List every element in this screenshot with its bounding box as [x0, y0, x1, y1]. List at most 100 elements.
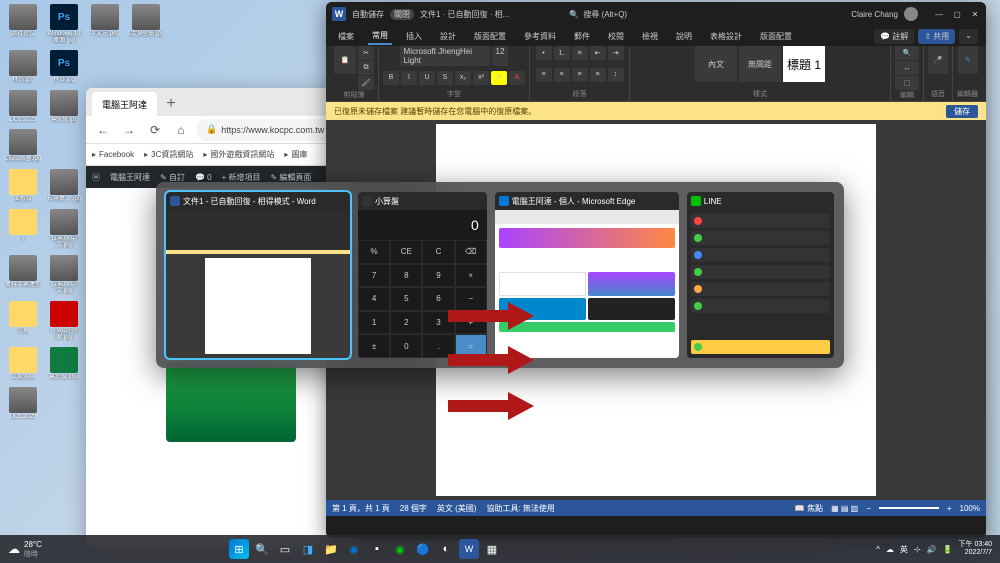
desktop-icon[interactable]: L定M壁紙.jpg [127, 4, 165, 44]
widgets-button[interactable]: ◨ [298, 539, 318, 559]
bold-button[interactable]: B [383, 71, 399, 85]
chevron-up-icon[interactable]: ^ [876, 545, 880, 554]
copy-button[interactable]: ⧉ [358, 61, 374, 75]
align-center[interactable]: ≡ [554, 68, 570, 82]
edit-page[interactable]: ✎ 編輯頁面 [270, 172, 311, 183]
dictate-button[interactable]: 🎤 [928, 46, 948, 74]
align-left[interactable]: ≡ [536, 68, 552, 82]
calculator-taskbar-icon[interactable]: ▦ [482, 539, 502, 559]
edge-taskbar-icon[interactable]: ◉ [344, 539, 364, 559]
ribbon-tab[interactable]: 檔案 [334, 29, 358, 44]
desktop-icon[interactable]: 字 [4, 209, 42, 249]
chrome-icon[interactable]: 🔵 [413, 539, 433, 559]
minimize-button[interactable]: — [934, 10, 944, 19]
bullets-button[interactable]: • [536, 46, 552, 60]
wp-sitename[interactable]: 電腦王阿達 [110, 172, 150, 183]
ribbon-tab[interactable]: 表格設計 [706, 29, 746, 44]
italic-button[interactable]: I [401, 71, 417, 85]
desktop-icon[interactable]: 位典戶.中文.jpg [45, 255, 83, 295]
desktop-icon[interactable]: 面根做 [4, 169, 42, 203]
bookmark-item[interactable]: ▸圖庫 [284, 149, 307, 160]
desktop-icon[interactable]: Ps林長.jpg [45, 50, 83, 84]
search-button[interactable]: 🔍 [252, 539, 272, 559]
task-view-button[interactable]: ▭ [275, 539, 295, 559]
ribbon-tab[interactable]: 版面配置 [756, 29, 796, 44]
task-item-edge[interactable]: 電腦王阿達 - 個人 - Microsoft Edge [495, 192, 679, 358]
steam-icon[interactable]: ◐ [436, 539, 456, 559]
save-button[interactable]: 儲存 [946, 105, 978, 118]
share-button[interactable]: ⇪ 共用 [918, 29, 955, 44]
desktop-icon[interactable]: 傳統紙.jpg [45, 90, 83, 124]
language[interactable]: 英文 (美國) [437, 503, 477, 514]
terminal-icon[interactable]: ▪ [367, 539, 387, 559]
article-thumb[interactable] [166, 362, 296, 442]
edge-tab[interactable]: 電腦王阿達 [92, 92, 157, 116]
indent-inc[interactable]: ⇥ [608, 46, 624, 60]
close-button[interactable]: ✕ [970, 10, 980, 19]
task-item-word[interactable]: 文件1 - 已自動回復 - 相得模式 - Word [166, 192, 350, 358]
back-icon[interactable]: ← [92, 119, 114, 141]
refresh-icon[interactable]: ⟳ [144, 119, 166, 141]
desktop-icon[interactable]: 果您做.xlsx [45, 347, 83, 381]
ribbon-tab[interactable]: 說明 [672, 29, 696, 44]
ime-indicator[interactable]: 英 [900, 544, 908, 555]
editor-button[interactable]: ✎ [958, 46, 978, 74]
desktop-icon[interactable]: R vot許例 家.jpg [45, 301, 83, 341]
desktop-icon[interactable]: 桌料字典連型 [4, 255, 42, 295]
onedrive-icon[interactable]: ☁ [886, 545, 894, 554]
style-normal[interactable]: 內文 [695, 46, 737, 82]
zoom-slider[interactable] [879, 507, 939, 509]
select-button[interactable]: ⬚ [895, 76, 919, 90]
style-nospacing[interactable]: 無間距 [739, 46, 781, 82]
explorer-icon[interactable]: 📁 [321, 539, 341, 559]
ribbon-tab[interactable]: 常用 [368, 28, 392, 45]
zoom-level[interactable]: 100% [960, 504, 980, 513]
indent-dec[interactable]: ⇤ [590, 46, 606, 60]
maximize-button[interactable]: ▢ [952, 10, 962, 19]
weather-widget[interactable]: ☁ 28°C陰時 [8, 540, 42, 559]
bookmark-item[interactable]: ▸國外遊戲資訊網站 [203, 149, 274, 160]
task-item-line[interactable]: LINE [687, 192, 834, 358]
comments-icon[interactable]: 💬 0 [195, 173, 212, 182]
accessibility[interactable]: 協助工具: 無法使用 [486, 503, 554, 514]
autosave-toggle[interactable]: 關閉 [390, 9, 414, 20]
ribbon-tab[interactable]: 郵件 [570, 29, 594, 44]
view-buttons[interactable]: ▦ ▤ ▥ [831, 504, 858, 513]
numbering-button[interactable]: 1. [554, 46, 570, 60]
font-family-select[interactable]: Microsoft JhengHei Light [400, 46, 490, 66]
start-button[interactable]: ⊞ [229, 539, 249, 559]
forward-icon[interactable]: → [118, 119, 140, 141]
ribbon-tab[interactable]: 校閱 [604, 29, 628, 44]
desktop-icon[interactable]: 論戰提位 [4, 4, 42, 44]
desktop-icon[interactable]: PsWindows 10 桌面.jpg [45, 4, 83, 44]
align-right[interactable]: ≡ [572, 68, 588, 82]
network-icon[interactable]: ⊹ [914, 545, 921, 554]
strike-button[interactable]: S [437, 71, 453, 85]
word-taskbar-icon[interactable]: W [459, 539, 479, 559]
highlight-button[interactable]: A [491, 71, 507, 85]
volume-icon[interactable]: 🔊 [927, 545, 937, 554]
battery-icon[interactable]: 🔋 [943, 545, 953, 554]
underline-button[interactable]: U [419, 71, 435, 85]
subscript-button[interactable]: x₂ [455, 71, 471, 85]
home-icon[interactable]: ⌂ [170, 119, 192, 141]
style-heading1[interactable]: 標題 1 [783, 46, 825, 82]
format-painter[interactable]: 🖌 [358, 76, 374, 90]
new-tab-button[interactable]: + [159, 92, 183, 116]
clock[interactable]: 下午 03:40 2022/7/7 [959, 541, 992, 556]
line-taskbar-icon[interactable]: ◉ [390, 539, 410, 559]
superscript-button[interactable]: x² [473, 71, 489, 85]
ribbon-tab[interactable]: 插入 [402, 29, 426, 44]
desktop-icon[interactable]: 江面個聯 [4, 347, 42, 381]
find-button[interactable]: 🔍 [895, 46, 919, 60]
desktop-icon[interactable]: 字文送.png [86, 4, 124, 44]
line-spacing[interactable]: ↕ [608, 68, 624, 82]
align-justify[interactable]: ≡ [590, 68, 606, 82]
ribbon-tab[interactable]: 檢視 [638, 29, 662, 44]
word-search[interactable]: 🔍 搜尋 (Alt+Q) [569, 9, 627, 20]
ribbon-tab[interactable]: 參考資料 [520, 29, 560, 44]
bookmark-item[interactable]: ▸Facebook [92, 150, 134, 159]
new-item[interactable]: + 新增項目 [222, 172, 261, 183]
page-count[interactable]: 第 1 頁，共 1 頁 [332, 503, 390, 514]
desktop-icon[interactable]: DCL 2022 [4, 387, 42, 421]
